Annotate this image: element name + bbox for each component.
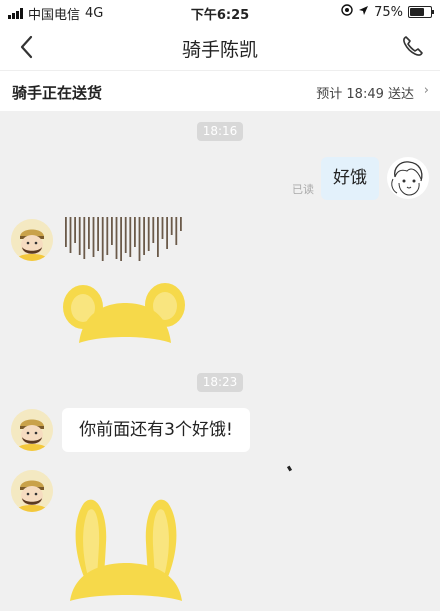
location-icon: [341, 4, 353, 20]
incoming-message-bubble[interactable]: 你前面还有3个好饿!: [62, 408, 250, 452]
stray-mark: [286, 465, 293, 472]
chevron-right-icon: ›: [423, 83, 429, 98]
delivery-status: 骑手正在送货: [12, 84, 103, 102]
waveform-bar: [134, 217, 136, 247]
battery-fill: [410, 8, 424, 16]
waveform-bar: [88, 217, 90, 249]
sticker-bunny-ears[interactable]: [64, 493, 188, 601]
battery-percent: 75%: [374, 4, 403, 20]
waveform-bar: [74, 217, 76, 243]
status-right: 75%: [341, 4, 434, 20]
waveform-bar: [106, 217, 109, 255]
timestamp: 18:23: [197, 373, 243, 392]
waveform-bar: [65, 217, 67, 247]
waveform-bar: [124, 217, 127, 253]
rider-avatar[interactable]: [11, 219, 53, 261]
voice-waveform[interactable]: [62, 213, 187, 261]
nav-bar: 骑手陈凯: [0, 24, 440, 70]
waveform-bar: [152, 217, 155, 243]
phone-icon: [403, 36, 423, 56]
battery-icon: [408, 6, 434, 18]
read-receipt: 已读: [292, 183, 314, 196]
waveform-bar: [129, 217, 132, 257]
timestamp: 18:16: [197, 122, 243, 141]
status-bar: 中国电信 4G 下午6:25 75%: [0, 0, 440, 24]
waveform-bar: [69, 217, 72, 253]
waveform-bar: [170, 217, 173, 235]
page-title: 骑手陈凯: [181, 39, 258, 61]
waveform-bar: [120, 217, 122, 261]
waveform-bar: [166, 217, 168, 249]
delivery-eta: 预计 18:49 送达: [316, 87, 414, 102]
waveform-bar: [147, 217, 150, 251]
outgoing-message-bubble[interactable]: 好饿: [321, 157, 379, 200]
waveform-bar: [115, 217, 118, 259]
sticker-ears[interactable]: [61, 281, 189, 347]
waveform-bar: [175, 217, 178, 245]
waveform-bar: [180, 217, 182, 231]
doodle-girl-avatar[interactable]: [387, 157, 429, 199]
waveform-bar: [157, 217, 159, 257]
arrow-icon: [358, 5, 369, 20]
waveform-bar: [101, 217, 104, 261]
rider-avatar[interactable]: [11, 470, 53, 512]
waveform-bar: [97, 217, 99, 251]
waveform-bar: [83, 217, 86, 259]
delivery-bar[interactable]: 骑手正在送货 预计 18:49 送达 ›: [0, 70, 440, 111]
waveform-bar: [161, 217, 164, 239]
waveform-bar: [138, 217, 141, 261]
waveform-bar: [92, 217, 95, 257]
waveform-bar: [143, 217, 145, 255]
rider-avatar[interactable]: [11, 409, 53, 451]
call-button[interactable]: [400, 33, 426, 59]
waveform-bar: [111, 217, 113, 245]
waveform-bar: [78, 217, 81, 255]
